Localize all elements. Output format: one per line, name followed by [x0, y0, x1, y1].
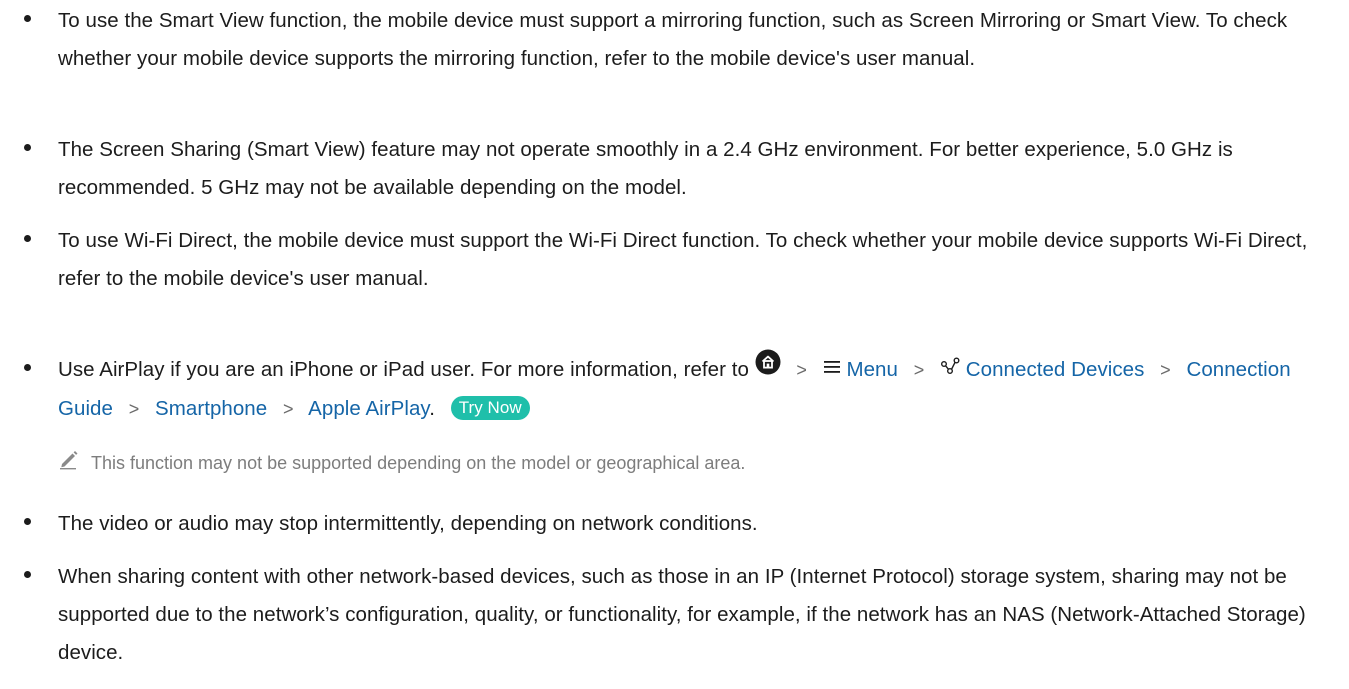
note-text: This function may not be supported depen…: [91, 453, 746, 473]
smartphone-link[interactable]: Smartphone: [155, 397, 267, 420]
note: This function may not be supported depen…: [58, 448, 1308, 478]
chevron-right-icon: >: [796, 360, 807, 380]
list-item-text: Use AirPlay if you are an iPhone or iPad…: [58, 349, 1324, 428]
menu-link[interactable]: Menu: [846, 358, 897, 381]
sentence-period: .: [429, 397, 435, 421]
airplay-intro-text: Use AirPlay if you are an iPhone or iPad…: [58, 358, 749, 381]
list-item-text: The Screen Sharing (Smart View) feature …: [58, 138, 1233, 199]
pencil-icon: [58, 448, 80, 475]
hamburger-menu-icon: [823, 350, 841, 388]
list-item: To use the Smart View function, the mobi…: [24, 2, 1324, 78]
bullet-dot: [24, 364, 31, 371]
bullet-dot: [24, 571, 31, 578]
list-item: The Screen Sharing (Smart View) feature …: [24, 131, 1324, 207]
bullet-dot: [24, 235, 31, 242]
bullet-dot: [24, 518, 31, 525]
bullet-dot: [24, 144, 31, 151]
list-item-airplay: Use AirPlay if you are an iPhone or iPad…: [24, 349, 1324, 428]
connected-devices-link[interactable]: Connected Devices: [966, 358, 1145, 381]
home-icon: [755, 349, 781, 388]
chevron-right-icon: >: [128, 399, 140, 420]
connected-devices-icon: [940, 350, 960, 388]
manual-page: To use the Smart View function, the mobi…: [0, 0, 1349, 689]
apple-airplay-link[interactable]: Apple AirPlay: [308, 397, 429, 420]
list-item: To use Wi-Fi Direct, the mobile device m…: [24, 222, 1324, 298]
chevron-right-icon: >: [282, 399, 294, 420]
list-item: When sharing content with other network-…: [24, 558, 1324, 672]
bullet-dot: [24, 15, 31, 22]
chevron-right-icon: >: [1160, 360, 1171, 380]
try-now-button[interactable]: Try Now: [450, 395, 530, 420]
list-item: The video or audio may stop intermittent…: [24, 505, 1324, 543]
list-item-text: When sharing content with other network-…: [58, 565, 1306, 664]
list-item-text: The video or audio may stop intermittent…: [58, 512, 758, 535]
list-item-text: To use the Smart View function, the mobi…: [58, 9, 1288, 70]
chevron-right-icon: >: [913, 360, 925, 380]
list-item-text: To use Wi-Fi Direct, the mobile device m…: [58, 229, 1308, 290]
